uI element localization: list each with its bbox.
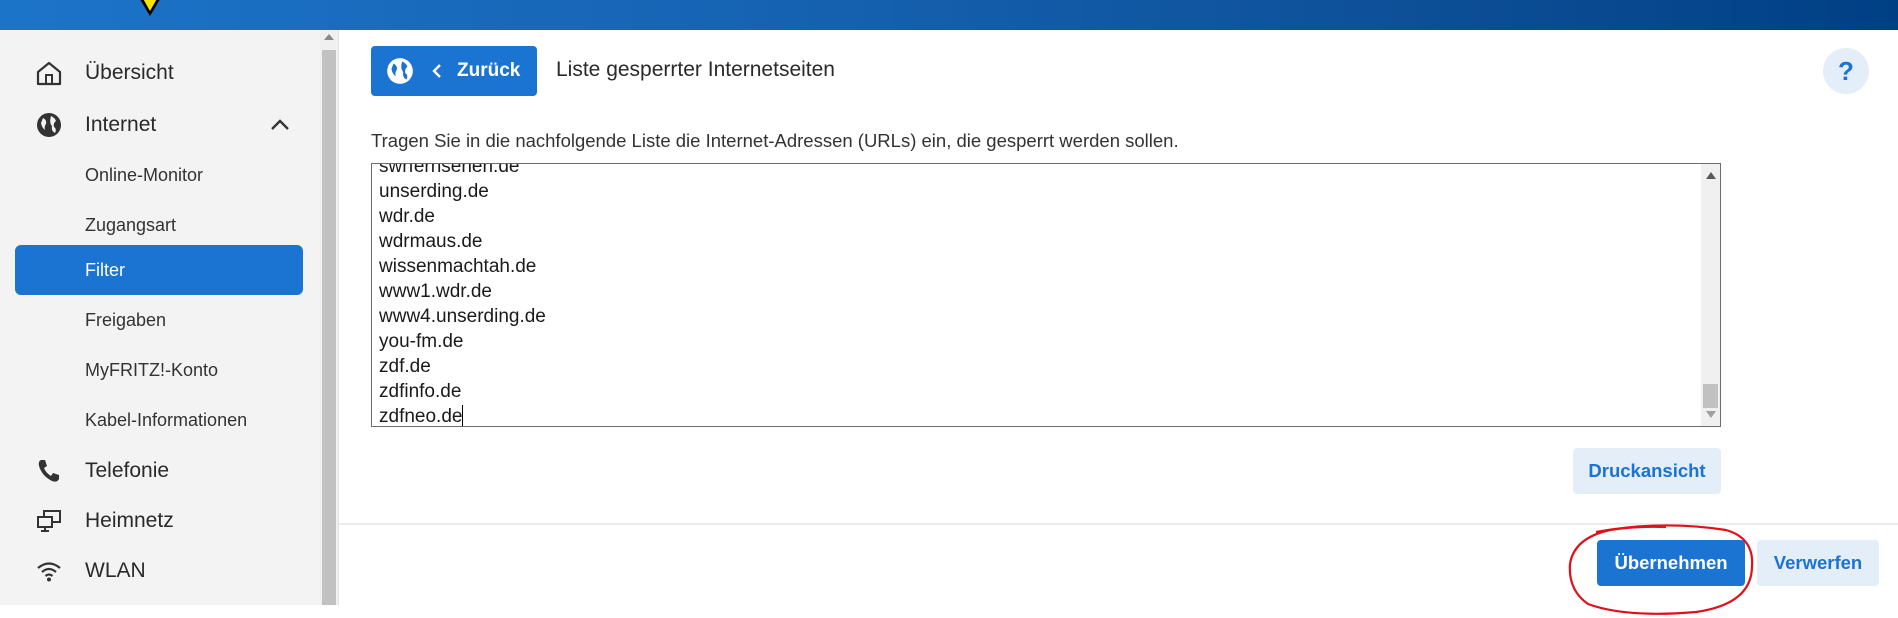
sidebar-item-label: Telefonie [85,459,170,482]
url-list: swrfernsehen.de unserding.de wdr.de wdrmaus… [379,163,546,427]
scroll-up-arrow-icon[interactable] [1706,172,1716,179]
page-title: Liste gesperrter Internetseiten [556,58,835,81]
url-line: wissenmachtah.de [379,256,537,277]
sidebar-subitem-online-monitor[interactable]: Online-Monitor [15,150,303,200]
sidebar-subitem-kabel-informationen[interactable]: Kabel-Informationen [15,395,303,445]
url-line: zdfneo.de [379,405,464,427]
sidebar-subitem-zugangsart[interactable]: Zugangsart [15,200,303,250]
sidebar-item-heimnetz[interactable]: Heimnetz [15,496,303,546]
scrollbar-thumb[interactable] [322,50,336,605]
sidebar-item-uebersicht[interactable]: Übersicht [15,48,303,98]
print-view-button[interactable]: Druckansicht [1573,448,1721,494]
sidebar-subitem-freigaben[interactable]: Freigaben [15,295,303,345]
help-button[interactable]: ? [1823,48,1869,94]
sidebar-subitem-myfritz-konto[interactable]: MyFRITZ!-Konto [15,345,303,395]
home-icon [34,58,64,88]
globe-icon [34,110,64,140]
url-line: unserding.de [379,181,489,202]
annotation-circle [1568,524,1754,615]
network-icon [34,506,64,536]
back-button-label: Zurück [457,60,521,81]
sidebar-item-label: WLAN [85,559,146,582]
globe-icon [387,58,413,84]
scrollbar-thumb[interactable] [1703,384,1718,408]
wifi-icon [34,556,64,586]
sidebar-scrollbar[interactable] [320,30,338,605]
sidebar: Übersicht Internet Online-Monitor Zugang… [0,30,320,605]
url-line: www1.wdr.de [379,281,492,302]
top-bar [0,0,1898,30]
discard-button[interactable]: Verwerfen [1757,540,1879,586]
url-line: wdrmaus.de [379,231,483,252]
sidebar-item-telefonie[interactable]: Telefonie [15,446,303,496]
scroll-down-arrow-icon[interactable] [1706,411,1716,418]
main-content: Zurück Liste gesperrter Internetseiten ?… [339,30,1898,605]
chevron-left-icon [432,64,441,78]
instruction-text: Tragen Sie in die nachfolgende Liste die… [371,130,1179,151]
url-line: swrfernsehen.de [379,163,520,177]
sidebar-item-internet[interactable]: Internet [15,100,303,150]
blocked-urls-textarea[interactable]: swrfernsehen.de unserding.de wdr.de wdrmaus… [371,163,1721,427]
text-cursor [462,405,464,426]
fritz-logo-icon [140,0,160,16]
url-line: www4.unserding.de [379,306,546,327]
scroll-up-arrow-icon[interactable] [324,34,334,40]
url-line: zdfinfo.de [379,381,462,402]
sidebar-item-label: Übersicht [85,61,174,84]
sidebar-item-wlan[interactable]: WLAN [15,546,303,596]
sidebar-item-label: Internet [85,113,157,136]
back-button[interactable]: Zurück [371,46,537,96]
phone-icon [34,456,64,486]
chevron-up-icon[interactable] [269,114,291,136]
textarea-scrollbar[interactable] [1701,164,1720,426]
url-line: you-fm.de [379,331,464,352]
url-line: zdf.de [379,356,431,377]
sidebar-subitem-filter[interactable]: Filter [15,245,303,295]
sidebar-item-label: Heimnetz [85,509,174,532]
url-line: wdr.de [379,206,435,227]
